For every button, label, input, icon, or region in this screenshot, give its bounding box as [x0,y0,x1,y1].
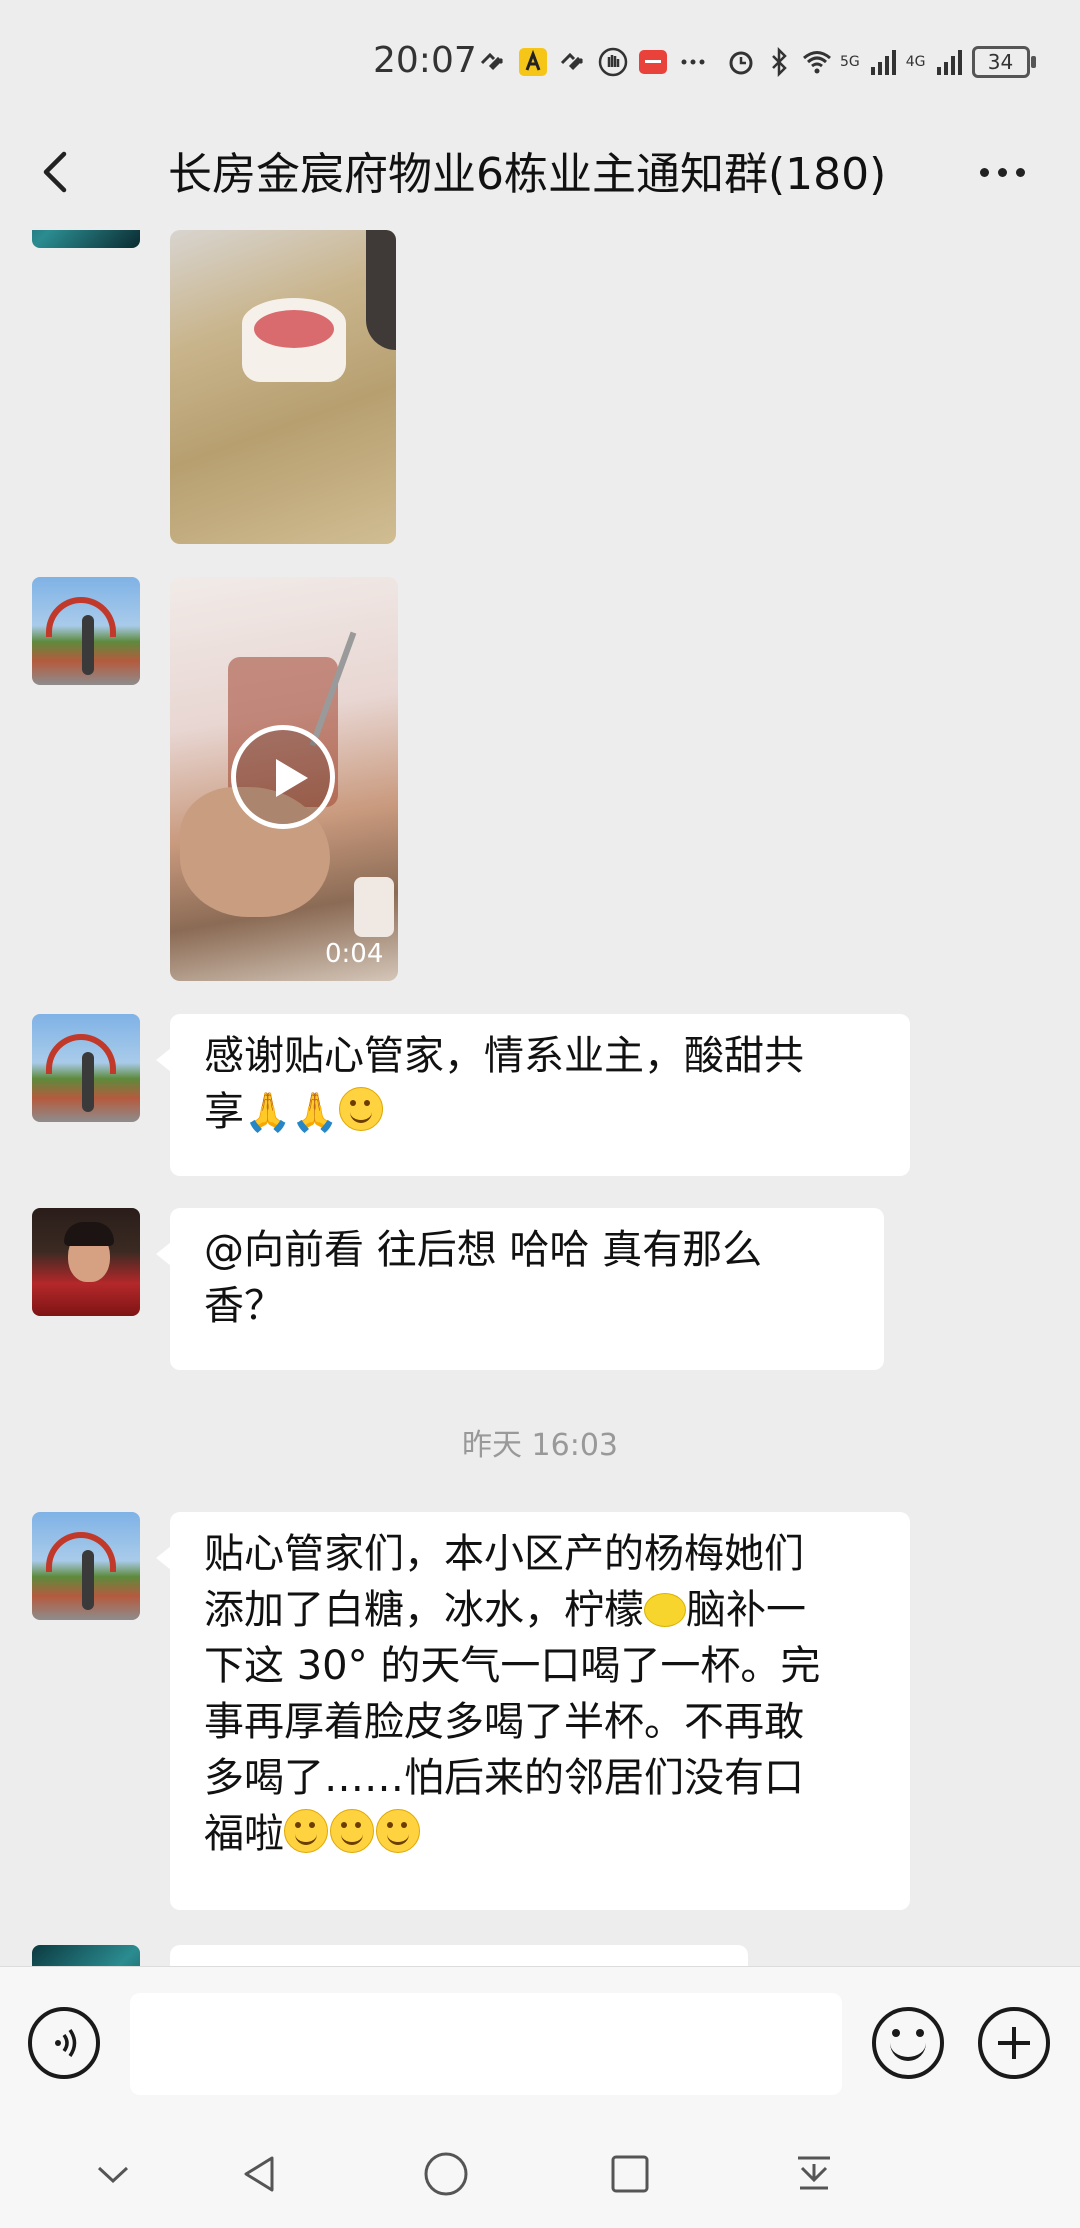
avatar[interactable] [32,1945,140,1966]
smiling-face-icon [376,1809,420,1853]
download-icon [798,2156,830,2190]
message-text-line: 事再厚着脸皮多喝了半杯。不再敢 [204,1699,804,1745]
folded-hands-emoji: 🙏 [244,1090,292,1134]
chat-header: 长房金宸府物业6栋业主通知群(180) [0,120,1080,230]
message-bubble[interactable]: 感谢贴心管家，情系业主，酸甜共 享🙏🙏 [156,1014,910,1176]
hand-icon [598,47,628,77]
more-actions-button[interactable] [978,2007,1050,2079]
message-text: 添加了白糖，冰水，柠檬 [204,1587,644,1633]
avatar-detail [82,615,94,675]
message-input[interactable] [130,1993,842,2095]
voice-icon [55,2029,77,2057]
link-icon [560,52,584,71]
status-time: 20:07 [373,40,477,81]
avatar-detail [46,597,116,637]
message-text-line: 享🙏🙏 [204,1084,876,1140]
message-bubble[interactable]: 贴心管家们，本小区产的杨梅她们 添加了白糖，冰水，柠檬 脑补一 下这 30° 的天… [156,1512,910,1910]
message-timestamp: 昨天 16:03 [462,1428,618,1463]
folded-hands-emoji: 🙏 [291,1090,339,1134]
more-dots-icon [979,167,989,177]
chevron-down-icon [97,2166,129,2184]
signal-5g-label: 5G [840,54,860,70]
link-icon [480,52,504,71]
message-text: 脑补一 [686,1587,806,1633]
avatar-detail [46,1532,116,1572]
signal-5g-icon [870,50,896,75]
back-triangle-icon [244,2156,274,2192]
video-message[interactable]: 0:04 [170,577,398,981]
chat-title: 长房金宸府物业6栋业主通知群(180) [168,149,887,200]
chat-more-button[interactable] [970,142,1034,202]
message-text-line: 福啦 [204,1806,876,1862]
input-bar [0,1966,1080,2117]
avatar[interactable] [32,230,140,248]
system-nav-bar [0,2116,1080,2228]
chevron-left-icon [43,151,67,193]
avatar[interactable] [32,1512,140,1620]
message-text: 福啦 [204,1811,284,1857]
nav-home-button[interactable] [418,2146,474,2202]
message-bubble[interactable] [170,1945,748,1966]
avatar-detail [46,1034,116,1074]
video-duration: 0:04 [325,939,384,969]
more-dots-icon [681,59,705,65]
app-a-icon [519,48,547,76]
play-icon[interactable] [231,725,335,829]
recents-square-icon [611,2155,649,2193]
nav-hide-button[interactable] [85,2146,141,2202]
avatar-detail [82,1052,94,1112]
nav-notifications-button[interactable] [786,2146,842,2202]
avatar-detail [64,1222,114,1246]
status-bar: 20:07 5G 4G 34 [0,0,1080,120]
home-circle-icon [424,2152,468,2196]
message-list[interactable]: 0:04 感谢贴心管家，情系业主，酸甜共 享🙏🙏 @向前看 往后想 哈哈 真有那… [0,230,1080,1966]
image-message[interactable] [170,230,396,544]
more-dot [1015,167,1025,177]
avatar-detail [82,1550,94,1610]
bluetooth-icon [772,47,787,77]
smiling-face-icon [284,1809,328,1853]
alarm-icon [729,51,753,75]
message-text-line: 下这 30° 的天气一口喝了一杯。完 [204,1643,821,1689]
message-text-line: 感谢贴心管家，情系业主，酸甜共 [204,1033,804,1079]
more-dot [997,167,1007,177]
message-text: 享 [204,1089,244,1135]
emoji-button[interactable] [872,2007,944,2079]
avatar[interactable] [32,577,140,685]
photo-detail [366,230,396,350]
signal-4g-icon [936,50,962,75]
voice-button[interactable] [28,2007,100,2079]
message-text-line: 香？ [204,1283,284,1329]
message-text-line: 多喝了……怕后来的邻居们没有口 [204,1755,804,1801]
battery-icon: 34 [971,46,1036,78]
message-text-line: @向前看 往后想 哈哈 真有那么 [204,1227,763,1273]
lemon-icon [644,1593,686,1627]
nav-recents-button[interactable] [602,2146,658,2202]
photo-detail [254,310,334,348]
status-system-icons: 5G 4G 34 [726,44,1036,80]
red-app-icon [639,50,667,74]
message-text-line: 贴心管家们，本小区产的杨梅她们 [204,1531,804,1577]
message-bubble[interactable]: @向前看 往后想 哈哈 真有那么 香？ [156,1208,884,1370]
avatar[interactable] [32,1208,140,1316]
back-button[interactable] [28,142,88,202]
video-detail [354,877,394,937]
signal-4g-label: 4G [905,54,926,70]
wifi-icon [803,51,831,74]
nav-back-button[interactable] [232,2146,288,2202]
smiling-face-icon [330,1809,374,1853]
grinning-face-icon [338,1087,383,1131]
status-notification-icons [478,44,708,80]
avatar[interactable] [32,1014,140,1122]
message-text-line: 添加了白糖，冰水，柠檬 脑补一 [204,1582,876,1638]
